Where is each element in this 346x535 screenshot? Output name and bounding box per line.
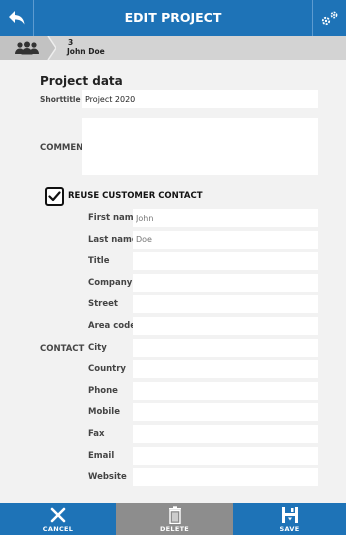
contact-field-label: First name	[88, 213, 140, 223]
contact-group-label: CONTACT	[40, 344, 85, 354]
contact-field-input[interactable]	[133, 273, 318, 292]
contact-field-label: Street	[88, 299, 118, 310]
contact-field-input[interactable]	[133, 252, 318, 271]
settings-button[interactable]	[312, 0, 346, 36]
contact-field-input[interactable]	[133, 338, 318, 357]
reuse-contact-checkbox[interactable]	[45, 187, 64, 206]
close-icon	[50, 507, 66, 523]
contact-field-label: Website	[88, 472, 127, 483]
contact-field-input[interactable]	[133, 381, 318, 400]
contact-field-label: Phone	[88, 385, 118, 396]
contact-field-label: Area code	[88, 321, 136, 331]
contact-field-input[interactable]	[133, 446, 318, 465]
app-header: EDIT PROJECT	[0, 0, 346, 36]
breadcrumb: 3 John Doe	[0, 36, 346, 60]
shorttitle-label: Shorttitle	[40, 95, 81, 104]
contact-field-label: City	[88, 342, 107, 353]
contact-field-input[interactable]	[133, 468, 318, 487]
contact-field-input[interactable]	[133, 403, 318, 422]
breadcrumb-customer-text: 3 John Doe	[67, 38, 105, 56]
contact-field-label: Country	[88, 364, 126, 375]
cancel-label: CANCEL	[42, 525, 74, 533]
contact-field-input[interactable]	[133, 360, 318, 379]
contact-field-label: Email	[88, 450, 115, 461]
cancel-button[interactable]: CANCEL	[0, 503, 116, 535]
page-title: EDIT PROJECT	[124, 10, 222, 25]
contact-field-input[interactable]	[133, 425, 318, 443]
action-bar: CANCEL DELETE SAVE	[0, 503, 346, 535]
breadcrumb-count: 3	[68, 38, 74, 47]
checkmark-icon	[48, 191, 61, 202]
trash-icon	[168, 506, 181, 524]
contact-field-label: Company	[88, 277, 133, 288]
delete-label: DELETE	[159, 525, 190, 533]
contact-field-label: Mobile	[88, 407, 120, 418]
floppy-disk-icon	[281, 507, 298, 523]
contact-field-input[interactable]	[133, 230, 318, 249]
contact-field-input[interactable]	[133, 295, 318, 314]
delete-button[interactable]: DELETE	[116, 503, 233, 535]
reuse-contact-label: REUSE CUSTOMER CONTACT	[68, 191, 203, 201]
contact-field-label: Last name	[88, 234, 138, 245]
gears-icon	[321, 11, 337, 26]
section-title: Project data	[40, 74, 123, 88]
comment-textarea[interactable]	[82, 118, 318, 175]
contact-field-input[interactable]	[133, 209, 318, 227]
back-arrow-icon	[8, 11, 24, 25]
save-label: SAVE	[279, 525, 300, 533]
contact-field-input[interactable]	[133, 317, 318, 335]
breadcrumb-name: John Doe	[67, 47, 105, 56]
contact-field-label: Title	[88, 256, 110, 267]
shorttitle-input[interactable]	[82, 90, 318, 108]
people-group-icon	[15, 41, 39, 55]
contact-field-label: Fax	[88, 429, 105, 439]
back-button[interactable]	[0, 0, 34, 36]
save-button[interactable]: SAVE	[233, 503, 346, 535]
